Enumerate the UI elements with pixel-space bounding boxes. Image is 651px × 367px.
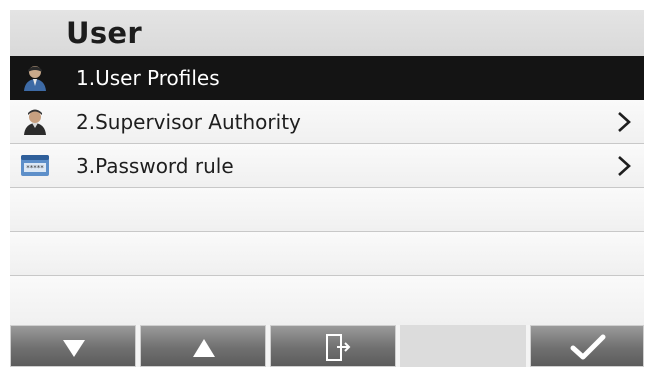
exit-button[interactable]: [270, 325, 396, 367]
title-bar: User: [10, 10, 644, 56]
user-profile-icon: [24, 66, 46, 91]
checkmark-icon: [570, 334, 606, 360]
confirm-button[interactable]: [530, 325, 644, 367]
softkey-bar: [10, 325, 644, 367]
chevron-right-icon: [618, 156, 631, 176]
chevron-right-icon: [618, 112, 631, 132]
menu-item-label: 2.Supervisor Authority: [76, 110, 301, 134]
exit-door-icon: [326, 334, 351, 361]
arrow-up-icon: [193, 339, 215, 357]
arrow-down-icon: [63, 340, 85, 357]
blank-softkey: [400, 325, 526, 367]
supervisor-icon: [24, 109, 46, 135]
menu-item-label: 3.Password rule: [76, 154, 234, 178]
down-button[interactable]: [10, 325, 136, 367]
menu-item-user-profiles[interactable]: 1.User Profiles: [10, 56, 644, 100]
empty-row: [10, 188, 644, 232]
empty-row: [10, 276, 644, 325]
page-title: User: [66, 16, 142, 50]
menu-item-password-rule[interactable]: ***** 3.Password rule: [10, 144, 644, 188]
empty-row: [10, 232, 644, 276]
password-card-icon: *****: [21, 155, 49, 176]
up-button[interactable]: [140, 325, 266, 367]
menu-item-label: 1.User Profiles: [76, 66, 220, 90]
screen: User 1.User Profiles 2.Supervisor Author…: [10, 10, 644, 367]
menu-item-supervisor-authority[interactable]: 2.Supervisor Authority: [10, 100, 644, 144]
svg-text:*****: *****: [26, 164, 44, 172]
